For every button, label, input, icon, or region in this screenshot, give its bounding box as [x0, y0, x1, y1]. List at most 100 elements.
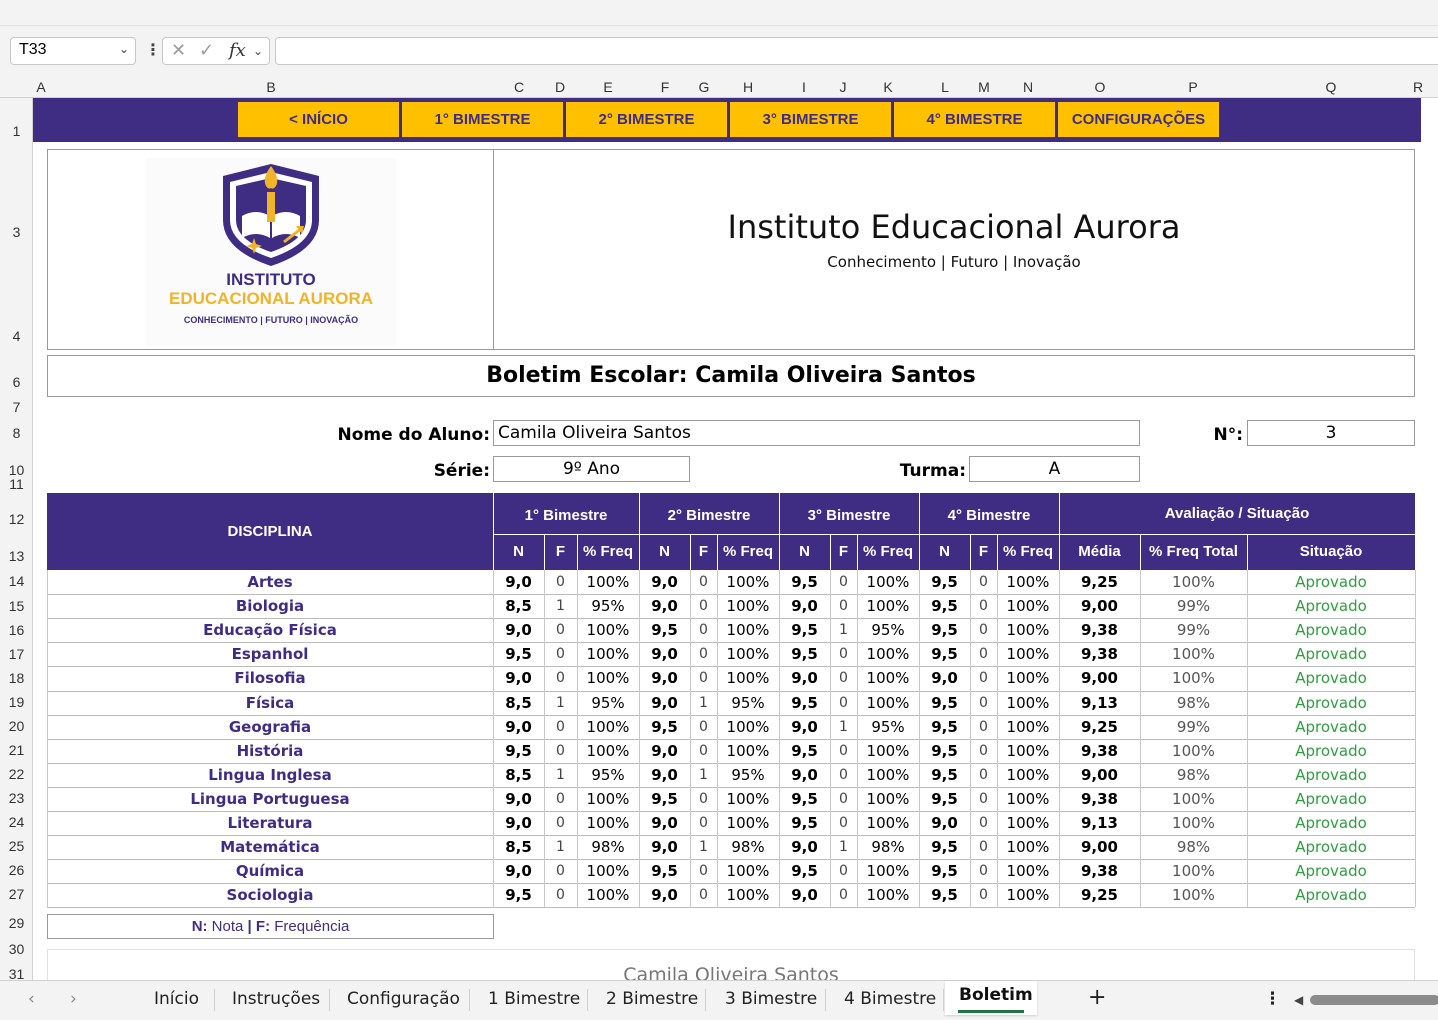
- status-cell[interactable]: Aprovado: [1247, 787, 1415, 811]
- subject-name[interactable]: Artes: [47, 570, 493, 594]
- grade-cell[interactable]: 9,0: [639, 883, 690, 907]
- freq-cell[interactable]: 95%: [577, 691, 639, 715]
- grade-field[interactable]: 9º Ano: [493, 456, 690, 482]
- absence-cell[interactable]: 0: [830, 859, 857, 883]
- grade-cell[interactable]: 9,5: [493, 883, 544, 907]
- freq-cell[interactable]: 100%: [857, 642, 919, 666]
- grade-cell[interactable]: 9,0: [493, 787, 544, 811]
- status-cell[interactable]: Aprovado: [1247, 666, 1415, 690]
- freq-cell[interactable]: 100%: [997, 570, 1059, 594]
- absence-cell[interactable]: 1: [544, 691, 577, 715]
- absence-cell[interactable]: 0: [830, 787, 857, 811]
- status-cell[interactable]: Aprovado: [1247, 715, 1415, 739]
- subject-name[interactable]: Educação Física: [47, 618, 493, 642]
- row-header-25[interactable]: 25: [0, 838, 33, 854]
- column-header-n[interactable]: N: [1023, 79, 1033, 95]
- sheet-tab-1[interactable]: Início: [154, 989, 199, 1009]
- absence-cell[interactable]: 0: [970, 715, 997, 739]
- freq-cell[interactable]: 100%: [857, 763, 919, 787]
- add-sheet-icon[interactable]: +: [1088, 985, 1106, 1010]
- grade-cell[interactable]: 9,5: [779, 787, 830, 811]
- freq-cell[interactable]: 98%: [857, 835, 919, 859]
- absence-cell[interactable]: 0: [544, 715, 577, 739]
- freq-total-cell[interactable]: 100%: [1140, 739, 1247, 763]
- grade-cell[interactable]: 9,5: [639, 859, 690, 883]
- student-number-field[interactable]: 3: [1247, 420, 1415, 446]
- absence-cell[interactable]: 0: [970, 618, 997, 642]
- row-header-7[interactable]: 7: [0, 399, 33, 415]
- freq-cell[interactable]: 100%: [997, 715, 1059, 739]
- status-cell[interactable]: Aprovado: [1247, 691, 1415, 715]
- more-sheets-icon[interactable]: ⋮: [1264, 989, 1281, 1009]
- freq-cell[interactable]: 100%: [997, 594, 1059, 618]
- freq-cell[interactable]: 100%: [717, 715, 779, 739]
- status-cell[interactable]: Aprovado: [1247, 739, 1415, 763]
- subject-name[interactable]: História: [47, 739, 493, 763]
- row-header-26[interactable]: 26: [0, 862, 33, 878]
- freq-cell[interactable]: 100%: [857, 666, 919, 690]
- absence-cell[interactable]: 1: [690, 835, 717, 859]
- absence-cell[interactable]: 0: [690, 739, 717, 763]
- freq-cell[interactable]: 100%: [717, 739, 779, 763]
- freq-total-cell[interactable]: 98%: [1140, 763, 1247, 787]
- subject-name[interactable]: Geografia: [47, 715, 493, 739]
- grade-cell[interactable]: 9,5: [779, 618, 830, 642]
- absence-cell[interactable]: 1: [544, 763, 577, 787]
- freq-total-cell[interactable]: 99%: [1140, 618, 1247, 642]
- row-header-16[interactable]: 16: [0, 622, 33, 638]
- freq-total-cell[interactable]: 99%: [1140, 715, 1247, 739]
- freq-cell[interactable]: 100%: [717, 811, 779, 835]
- freq-cell[interactable]: 100%: [997, 883, 1059, 907]
- freq-cell[interactable]: 100%: [997, 666, 1059, 690]
- grade-cell[interactable]: 9,5: [919, 835, 970, 859]
- absence-cell[interactable]: 0: [970, 691, 997, 715]
- freq-total-cell[interactable]: 100%: [1140, 570, 1247, 594]
- freq-cell[interactable]: 100%: [857, 739, 919, 763]
- column-header-c[interactable]: C: [514, 79, 524, 95]
- absence-cell[interactable]: 0: [690, 811, 717, 835]
- absence-cell[interactable]: 1: [690, 691, 717, 715]
- grade-cell[interactable]: 9,0: [493, 666, 544, 690]
- freq-total-cell[interactable]: 100%: [1140, 883, 1247, 907]
- column-header-o[interactable]: O: [1095, 79, 1106, 95]
- chevron-down-icon[interactable]: ⌄: [119, 42, 129, 56]
- absence-cell[interactable]: 0: [690, 618, 717, 642]
- grade-cell[interactable]: 9,5: [919, 642, 970, 666]
- freq-total-cell[interactable]: 98%: [1140, 691, 1247, 715]
- column-header-d[interactable]: D: [555, 79, 565, 95]
- row-header-17[interactable]: 17: [0, 646, 33, 662]
- sheet-tab-2[interactable]: Instruções: [232, 989, 320, 1009]
- sheet-tab-4[interactable]: 1 Bimestre: [488, 989, 580, 1009]
- absence-cell[interactable]: 0: [544, 883, 577, 907]
- absence-cell[interactable]: 0: [830, 811, 857, 835]
- absence-cell[interactable]: 0: [830, 763, 857, 787]
- status-cell[interactable]: Aprovado: [1247, 570, 1415, 594]
- grade-cell[interactable]: 9,5: [639, 787, 690, 811]
- status-cell[interactable]: Aprovado: [1247, 594, 1415, 618]
- horizontal-scrollbar[interactable]: [1310, 995, 1438, 1005]
- freq-cell[interactable]: 100%: [857, 787, 919, 811]
- grade-cell[interactable]: 9,5: [919, 691, 970, 715]
- average-cell[interactable]: 9,13: [1059, 691, 1140, 715]
- freq-cell[interactable]: 100%: [997, 859, 1059, 883]
- formula-input[interactable]: [275, 37, 1438, 65]
- nav-inicio-button[interactable]: < INÍCIO: [238, 102, 399, 137]
- row-header-21[interactable]: 21: [0, 742, 33, 758]
- freq-cell[interactable]: 95%: [577, 763, 639, 787]
- column-header-k[interactable]: K: [883, 79, 892, 95]
- grade-cell[interactable]: 9,0: [779, 666, 830, 690]
- grade-cell[interactable]: 9,5: [919, 715, 970, 739]
- freq-cell[interactable]: 100%: [857, 859, 919, 883]
- grade-cell[interactable]: 9,5: [779, 570, 830, 594]
- grade-cell[interactable]: 9,0: [639, 739, 690, 763]
- fx-icon[interactable]: fx: [229, 40, 246, 61]
- grade-cell[interactable]: 9,0: [639, 691, 690, 715]
- average-cell[interactable]: 9,13: [1059, 811, 1140, 835]
- absence-cell[interactable]: 0: [970, 835, 997, 859]
- freq-cell[interactable]: 95%: [857, 715, 919, 739]
- class-field[interactable]: A: [969, 456, 1140, 482]
- freq-cell[interactable]: 100%: [577, 715, 639, 739]
- name-box[interactable]: T33 ⌄: [10, 37, 136, 65]
- status-cell[interactable]: Aprovado: [1247, 859, 1415, 883]
- absence-cell[interactable]: 0: [970, 763, 997, 787]
